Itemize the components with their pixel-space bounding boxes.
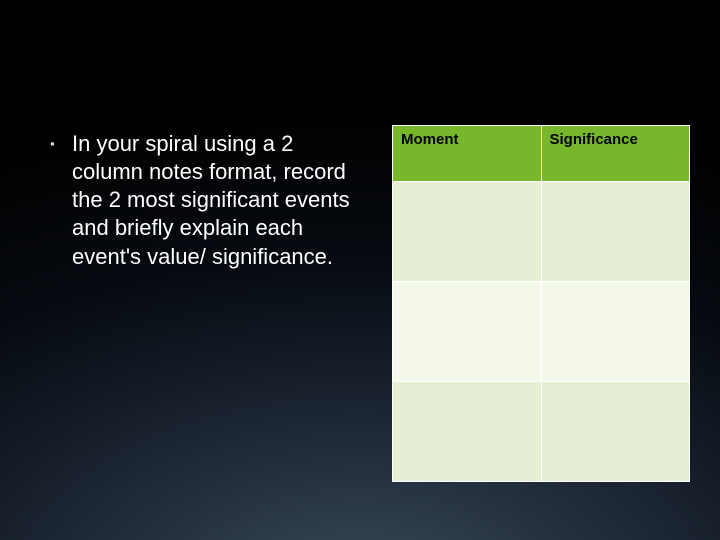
cell-significance xyxy=(541,182,690,282)
bullet-list: ▪ In your spiral using a 2 column notes … xyxy=(50,130,360,271)
col-header-moment: Moment xyxy=(393,126,542,182)
bullet-item: ▪ In your spiral using a 2 column notes … xyxy=(50,130,360,271)
cell-significance xyxy=(541,382,690,482)
cell-significance xyxy=(541,282,690,382)
bullet-text: In your spiral using a 2 column notes fo… xyxy=(72,130,360,271)
cell-moment xyxy=(393,382,542,482)
notes-table: Moment Significance xyxy=(392,125,690,482)
bullet-marker-icon: ▪ xyxy=(50,130,72,158)
slide: ▪ In your spiral using a 2 column notes … xyxy=(0,0,720,540)
table-row xyxy=(393,282,690,382)
cell-moment xyxy=(393,182,542,282)
table-row xyxy=(393,182,690,282)
cell-moment xyxy=(393,282,542,382)
table-header-row: Moment Significance xyxy=(393,126,690,182)
col-header-significance: Significance xyxy=(541,126,690,182)
table-row xyxy=(393,382,690,482)
